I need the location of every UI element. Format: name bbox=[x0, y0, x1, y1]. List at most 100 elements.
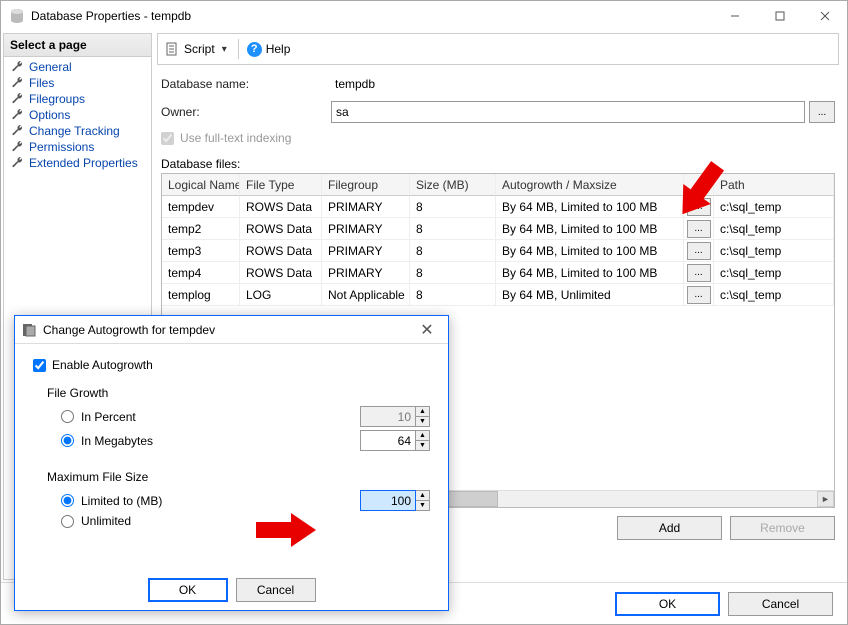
table-cell: 8 bbox=[410, 196, 496, 218]
dialog-title: Change Autogrowth for tempdev bbox=[43, 323, 412, 337]
owner-field[interactable] bbox=[331, 101, 805, 123]
table-cell: temp2 bbox=[162, 218, 240, 240]
table-cell: c:\sql_temp bbox=[714, 262, 834, 284]
column-header[interactable]: Autogrowth / Maxsize bbox=[496, 174, 684, 196]
table-cell: ROWS Data bbox=[240, 262, 322, 284]
autogrowth-browse-cell[interactable]: ... bbox=[684, 284, 714, 306]
table-row[interactable]: tempdevROWS DataPRIMARY8By 64 MB, Limite… bbox=[162, 196, 834, 218]
enable-autogrowth-checkbox[interactable] bbox=[33, 359, 46, 372]
spin-up-icon: ▲ bbox=[416, 407, 429, 417]
nav-item-extended-properties[interactable]: Extended Properties bbox=[4, 155, 151, 171]
autogrowth-browse-cell[interactable]: ... bbox=[684, 240, 714, 262]
table-cell: PRIMARY bbox=[322, 262, 410, 284]
nav-item-files[interactable]: Files bbox=[4, 75, 151, 91]
growth-mb-stepper[interactable]: ▲▼ bbox=[360, 430, 430, 451]
spin-down-icon[interactable]: ▼ bbox=[416, 501, 429, 510]
nav-item-change-tracking[interactable]: Change Tracking bbox=[4, 123, 151, 139]
file-growth-title: File Growth bbox=[47, 386, 430, 400]
spin-down-icon[interactable]: ▼ bbox=[416, 441, 429, 450]
table-cell: c:\sql_temp bbox=[714, 284, 834, 306]
nav-item-label: Change Tracking bbox=[29, 124, 120, 138]
spin-up-icon[interactable]: ▲ bbox=[416, 431, 429, 441]
table-cell: c:\sql_temp bbox=[714, 240, 834, 262]
table-row[interactable]: temp2ROWS DataPRIMARY8By 64 MB, Limited … bbox=[162, 218, 834, 240]
spin-up-icon[interactable]: ▲ bbox=[416, 491, 429, 501]
nav-item-options[interactable]: Options bbox=[4, 107, 151, 123]
max-size-group: Maximum File Size Limited to (MB) ▲▼ Unl… bbox=[33, 470, 430, 531]
table-cell: templog bbox=[162, 284, 240, 306]
nav-item-filegroups[interactable]: Filegroups bbox=[4, 91, 151, 107]
ellipsis-button[interactable]: ... bbox=[687, 220, 711, 238]
nav-item-label: Filegroups bbox=[29, 92, 85, 106]
nav-item-label: Options bbox=[29, 108, 70, 122]
remove-button: Remove bbox=[730, 516, 835, 540]
minimize-button[interactable] bbox=[712, 1, 757, 31]
dbname-field bbox=[331, 73, 771, 95]
growth-percent-stepper: ▲▼ bbox=[360, 406, 430, 427]
column-header[interactable]: Filegroup bbox=[322, 174, 410, 196]
unlimited-label: Unlimited bbox=[81, 514, 131, 528]
table-row[interactable]: templogLOGNot Applicable8By 64 MB, Unlim… bbox=[162, 284, 834, 306]
column-header[interactable] bbox=[684, 174, 714, 196]
dbname-label: Database name: bbox=[161, 77, 331, 91]
table-cell: c:\sql_temp bbox=[714, 218, 834, 240]
nav-item-general[interactable]: General bbox=[4, 59, 151, 75]
unlimited-radio[interactable] bbox=[61, 515, 74, 528]
main-ok-button[interactable]: OK bbox=[615, 592, 720, 616]
limited-input[interactable] bbox=[360, 490, 416, 511]
file-growth-group: File Growth In Percent ▲▼ In Megabytes ▲… bbox=[33, 386, 430, 454]
table-cell: temp3 bbox=[162, 240, 240, 262]
table-cell: ROWS Data bbox=[240, 240, 322, 262]
ellipsis-button[interactable]: ... bbox=[687, 264, 711, 282]
owner-browse-button[interactable]: ... bbox=[809, 101, 835, 123]
column-header[interactable]: Path bbox=[714, 174, 834, 196]
autogrowth-browse-cell[interactable]: ... bbox=[684, 196, 714, 218]
dialog-close-button[interactable]: ✕ bbox=[412, 320, 442, 340]
ellipsis-button[interactable]: ... bbox=[687, 286, 711, 304]
nav-item-permissions[interactable]: Permissions bbox=[4, 139, 151, 155]
script-button[interactable]: Script bbox=[184, 42, 215, 56]
title-bar: Database Properties - tempdb bbox=[1, 1, 847, 31]
table-cell: ROWS Data bbox=[240, 218, 322, 240]
table-row[interactable]: temp3ROWS DataPRIMARY8By 64 MB, Limited … bbox=[162, 240, 834, 262]
add-button[interactable]: Add bbox=[617, 516, 722, 540]
dialog-cancel-button[interactable]: Cancel bbox=[236, 578, 316, 602]
database-icon bbox=[9, 8, 25, 24]
maximize-button[interactable] bbox=[757, 1, 802, 31]
script-dropdown-caret[interactable]: ▾ bbox=[219, 44, 230, 55]
ellipsis-button[interactable]: ... bbox=[687, 242, 711, 260]
autogrowth-browse-cell[interactable]: ... bbox=[684, 262, 714, 284]
table-cell: LOG bbox=[240, 284, 322, 306]
enable-autogrowth-label: Enable Autogrowth bbox=[52, 358, 153, 372]
table-cell: By 64 MB, Limited to 100 MB bbox=[496, 218, 684, 240]
autogrowth-browse-cell[interactable]: ... bbox=[684, 218, 714, 240]
growth-mb-input[interactable] bbox=[360, 430, 416, 451]
nav-item-label: Extended Properties bbox=[29, 156, 138, 170]
owner-label: Owner: bbox=[161, 105, 331, 119]
table-cell: tempdev bbox=[162, 196, 240, 218]
growth-percent-label: In Percent bbox=[81, 410, 136, 424]
scroll-right-button[interactable]: ► bbox=[817, 491, 834, 507]
column-header[interactable]: File Type bbox=[240, 174, 322, 196]
limited-radio[interactable] bbox=[61, 494, 74, 507]
table-cell: 8 bbox=[410, 262, 496, 284]
table-cell: By 64 MB, Unlimited bbox=[496, 284, 684, 306]
table-row[interactable]: temp4ROWS DataPRIMARY8By 64 MB, Limited … bbox=[162, 262, 834, 284]
dialog-ok-button[interactable]: OK bbox=[148, 578, 228, 602]
dialog-icon bbox=[21, 322, 37, 338]
main-cancel-button[interactable]: Cancel bbox=[728, 592, 833, 616]
column-header[interactable]: Size (MB) bbox=[410, 174, 496, 196]
ellipsis-button[interactable]: ... bbox=[687, 198, 711, 216]
limited-stepper[interactable]: ▲▼ bbox=[360, 490, 430, 511]
nav-item-label: General bbox=[29, 60, 72, 74]
column-header[interactable]: Logical Name bbox=[162, 174, 240, 196]
table-cell: PRIMARY bbox=[322, 218, 410, 240]
table-cell: By 64 MB, Limited to 100 MB bbox=[496, 240, 684, 262]
files-label: Database files: bbox=[161, 157, 835, 171]
autogrowth-dialog: Change Autogrowth for tempdev ✕ Enable A… bbox=[14, 315, 449, 611]
help-icon[interactable]: ? bbox=[247, 42, 262, 57]
growth-mb-radio[interactable] bbox=[61, 434, 74, 447]
help-button[interactable]: Help bbox=[266, 42, 291, 56]
growth-percent-radio[interactable] bbox=[61, 410, 74, 423]
close-button[interactable] bbox=[802, 1, 847, 31]
